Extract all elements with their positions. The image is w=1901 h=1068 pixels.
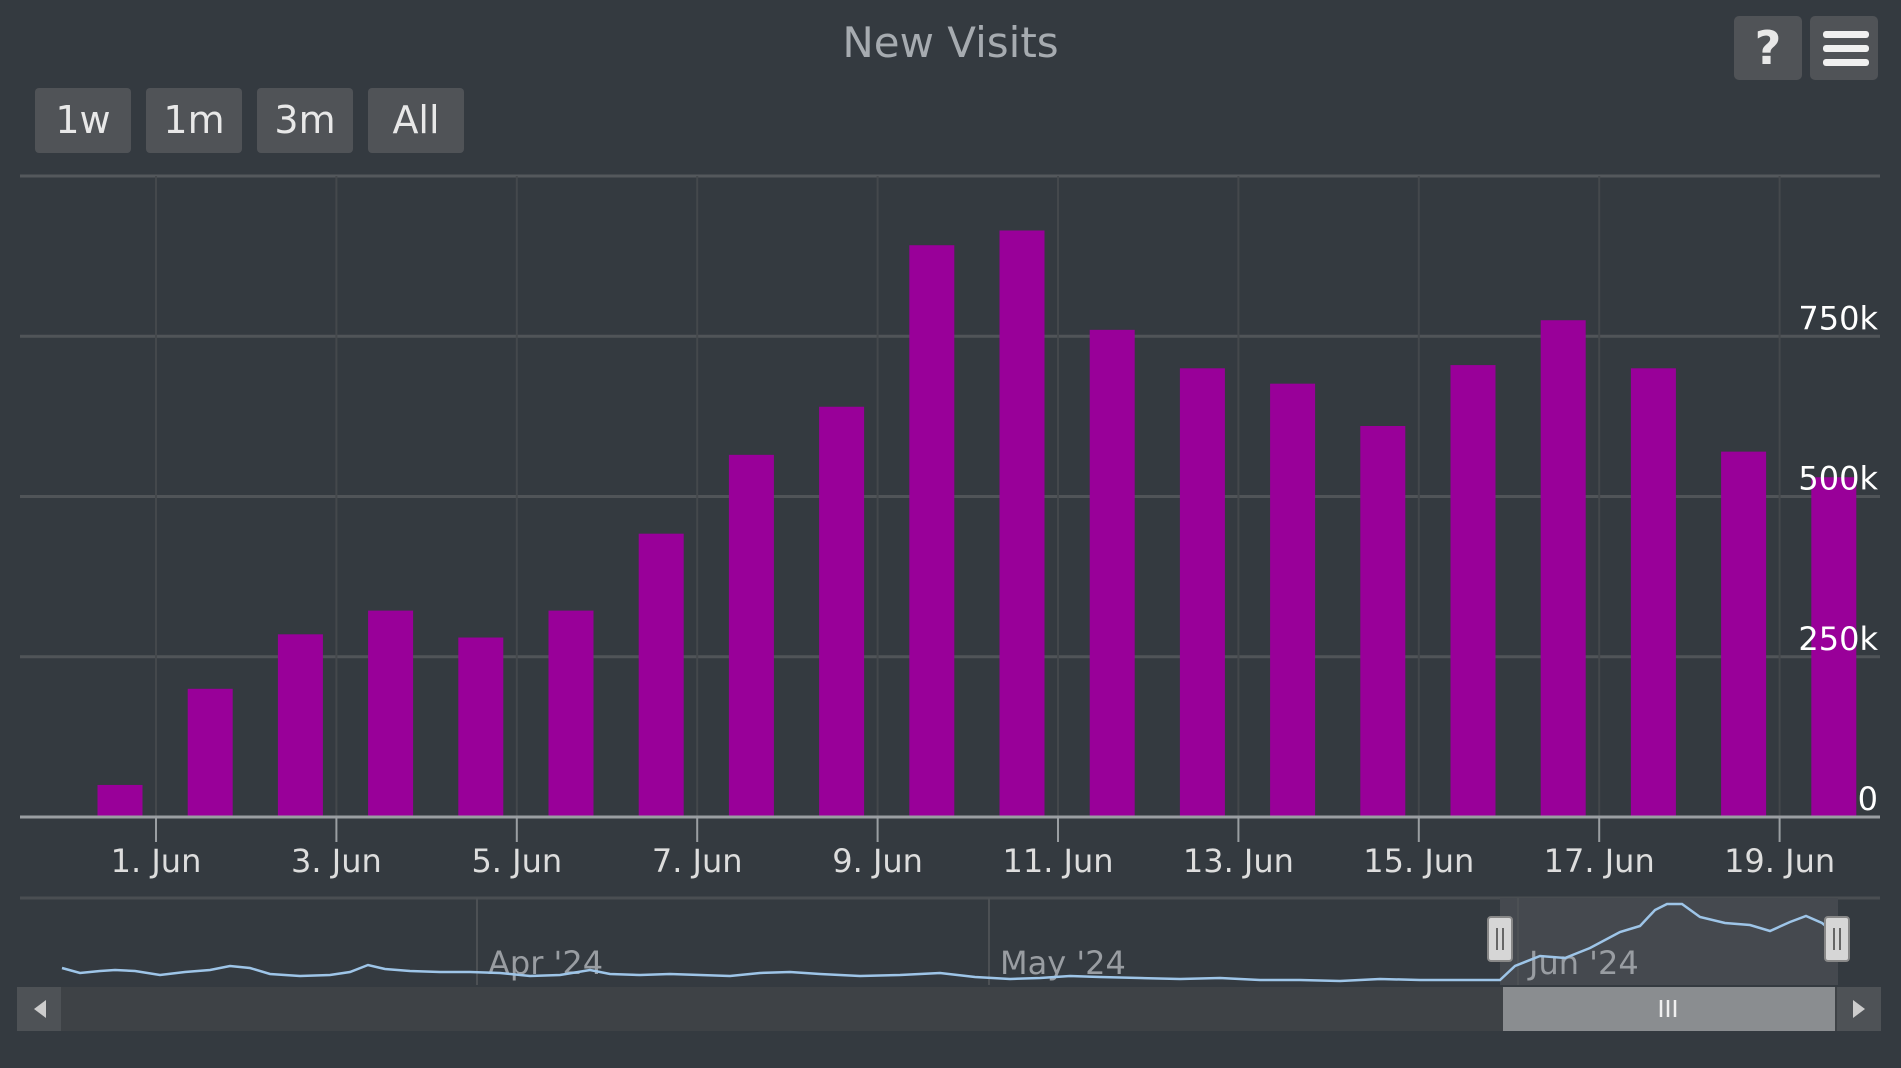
x-tick-label: 19. Jun [1724, 842, 1835, 880]
navigator-handle[interactable] [1824, 916, 1850, 962]
y-tick-label: 500k [1798, 460, 1878, 498]
bar [458, 637, 504, 817]
x-tick-label: 9. Jun [832, 842, 923, 880]
x-tick-label: 15. Jun [1363, 842, 1474, 880]
x-tick-label: 1. Jun [111, 842, 202, 880]
bar [1721, 451, 1767, 817]
bar [1450, 365, 1496, 817]
x-tick-label: 7. Jun [652, 842, 743, 880]
y-tick-label: 0 [1858, 780, 1878, 818]
y-tick-label: 250k [1798, 620, 1878, 658]
bar [1179, 368, 1225, 817]
x-tick-label: 13. Jun [1183, 842, 1294, 880]
bar [1630, 368, 1676, 817]
x-tick-label: 5. Jun [471, 842, 562, 880]
chart-area: 0 250k 500k 750k 1. Jun 3. Jun 5. Jun 7. Jun 9. … [17, 174, 1881, 1031]
bar [1270, 383, 1316, 817]
navigator-handle[interactable] [1487, 916, 1513, 962]
bar [909, 245, 955, 817]
bar [187, 688, 233, 817]
bar [999, 230, 1045, 818]
x-tick-label: 3. Jun [291, 842, 382, 880]
x-tick-label: 11. Jun [1002, 842, 1113, 880]
bar [1540, 320, 1586, 817]
bar [638, 533, 684, 817]
bar [368, 610, 414, 817]
bar [1089, 329, 1135, 817]
bar [1360, 425, 1406, 817]
bar [548, 610, 594, 817]
bar [728, 454, 774, 817]
bar [277, 634, 323, 817]
x-tick-label: 17. Jun [1544, 842, 1655, 880]
y-tick-label: 750k [1798, 299, 1878, 337]
bar [819, 406, 865, 817]
bar [97, 784, 143, 817]
